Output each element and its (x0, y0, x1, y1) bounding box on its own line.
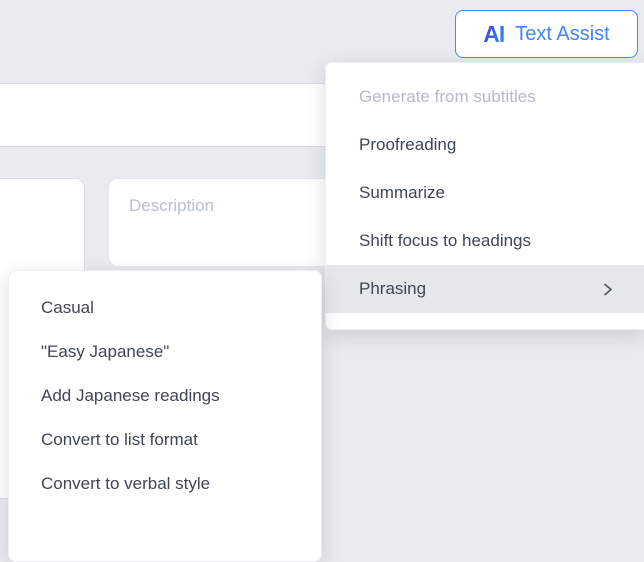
submenu-item-label: Add Japanese readings (41, 386, 220, 406)
menu-item-label: Summarize (359, 183, 445, 203)
submenu-item-add-japanese-readings[interactable]: Add Japanese readings (9, 374, 321, 418)
submenu-item-label: Casual (41, 298, 94, 318)
submenu-item-label: "Easy Japanese" (41, 342, 169, 362)
menu-item-summarize[interactable]: Summarize (326, 169, 644, 217)
submenu-item-convert-to-verbal-style[interactable]: Convert to verbal style (9, 462, 321, 506)
menu-item-label: Shift focus to headings (359, 231, 531, 251)
text-assist-label: Text Assist (515, 23, 609, 46)
submenu-item-convert-to-list-format[interactable]: Convert to list format (9, 418, 321, 462)
ai-logo-icon: AI (483, 23, 504, 46)
text-assist-menu: Generate from subtitles Proofreading Sum… (325, 62, 644, 330)
menu-item-phrasing[interactable]: Phrasing (326, 265, 644, 313)
text-assist-button[interactable]: AI Text Assist (455, 10, 638, 58)
submenu-item-label: Convert to verbal style (41, 474, 210, 494)
chevron-right-icon (601, 282, 614, 297)
menu-item-proofreading[interactable]: Proofreading (326, 121, 644, 169)
menu-item-label: Proofreading (359, 135, 456, 155)
submenu-item-easy-japanese[interactable]: "Easy Japanese" (9, 330, 321, 374)
menu-item-generate-from-subtitles[interactable]: Generate from subtitles (326, 73, 644, 121)
menu-item-label: Generate from subtitles (359, 87, 536, 107)
submenu-item-label: Convert to list format (41, 430, 198, 450)
menu-item-shift-focus-to-headings[interactable]: Shift focus to headings (326, 217, 644, 265)
submenu-item-casual[interactable]: Casual (9, 286, 321, 330)
description-placeholder: Description (129, 196, 214, 215)
phrasing-submenu: Casual "Easy Japanese" Add Japanese read… (8, 270, 322, 562)
menu-item-label: Phrasing (359, 279, 426, 299)
